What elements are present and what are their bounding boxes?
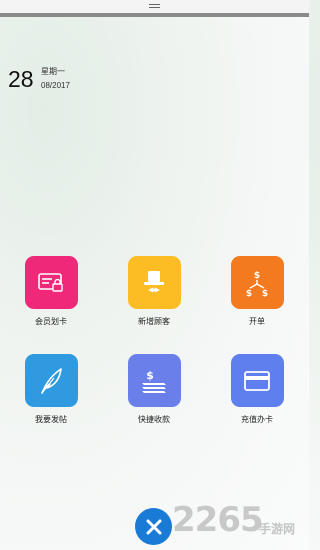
tile-label: 快捷收款 <box>138 415 170 424</box>
tile-label: 充值办卡 <box>241 415 273 424</box>
tile-post[interactable]: 我要发帖 <box>16 354 86 425</box>
tile-quick-payment[interactable]: $ 快捷收款 <box>119 354 189 425</box>
member-card-icon <box>24 256 78 309</box>
svg-text:$: $ <box>262 289 268 297</box>
svg-text:$: $ <box>146 369 154 382</box>
tile-label: 我要发帖 <box>35 415 67 424</box>
tile-label: 开单 <box>249 317 265 326</box>
close-icon <box>146 519 161 534</box>
quick-payment-icon: $ <box>127 354 181 407</box>
svg-text:$: $ <box>254 271 260 281</box>
tile-label: 会员划卡 <box>35 317 67 326</box>
recharge-card-icon <box>230 354 284 407</box>
watermark-logo: 2265 <box>172 500 264 540</box>
new-customer-icon <box>127 256 181 309</box>
post-feather-icon <box>24 354 78 407</box>
tile-new-customer[interactable]: 新增顾客 <box>119 256 189 327</box>
tile-label: 新增顾客 <box>138 317 170 326</box>
open-order-icon: $ $ $ <box>230 256 284 309</box>
top-divider-bar <box>0 13 309 17</box>
watermark-site: 手游网 <box>259 522 296 536</box>
drag-handle-icon[interactable] <box>149 4 160 9</box>
date-day: 28 <box>8 66 34 92</box>
tile-open-order[interactable]: $ $ $ 开单 <box>222 256 292 327</box>
tile-recharge-card[interactable]: 充值办卡 <box>222 354 292 425</box>
svg-text:$: $ <box>246 289 252 297</box>
date-month-year: 08/2017 <box>41 81 70 90</box>
close-button[interactable] <box>135 508 172 545</box>
date-weekday: 星期一 <box>41 67 65 76</box>
tile-member-card[interactable]: 会员划卡 <box>16 256 86 327</box>
